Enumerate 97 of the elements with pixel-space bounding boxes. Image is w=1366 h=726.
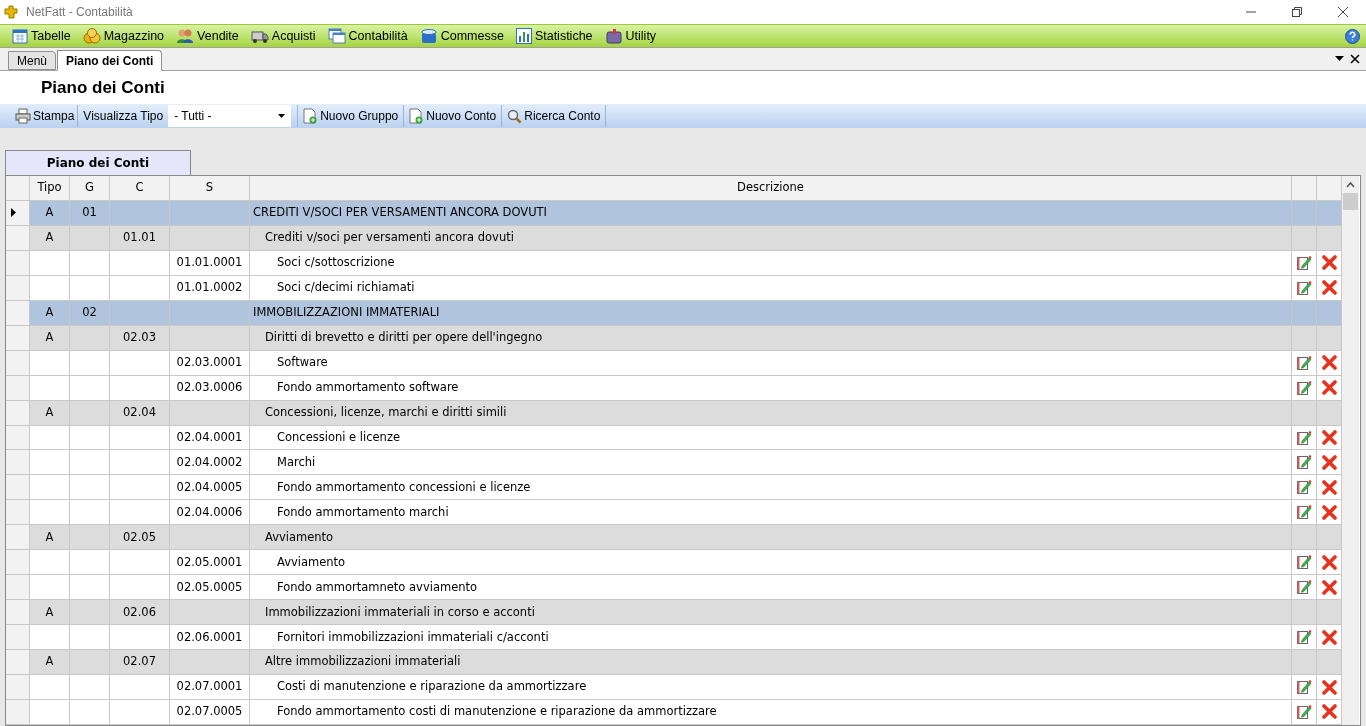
- menu-item[interactable]: Contabilità: [327, 25, 408, 47]
- delete-icon[interactable]: [1321, 280, 1337, 296]
- edit-icon[interactable]: [1296, 554, 1312, 571]
- menu-item[interactable]: Vendite: [176, 25, 239, 47]
- document-tab[interactable]: Menù: [8, 51, 57, 70]
- table-cell: A: [30, 600, 70, 625]
- table-cell: 02.03: [110, 325, 170, 350]
- delete-icon[interactable]: [1321, 454, 1337, 470]
- edit-icon[interactable]: [1296, 679, 1312, 696]
- edit-icon[interactable]: [1296, 429, 1312, 446]
- package-icon: [604, 28, 623, 44]
- printer-icon: [15, 108, 31, 124]
- table-cell: Crediti v/soci per versamenti ancora dovuti: [250, 225, 1292, 250]
- table-cell: A: [30, 325, 70, 350]
- column-header[interactable]: Descrizione: [250, 176, 1292, 200]
- table-cell: 02: [70, 300, 110, 325]
- delete-icon[interactable]: [1321, 579, 1337, 595]
- table-cell: IMMOBILIZZAZIONI IMMATERIALI: [250, 300, 1292, 325]
- calendar-icon: [12, 28, 28, 44]
- delete-icon[interactable]: [1321, 554, 1337, 570]
- grid-tab[interactable]: Piano dei Conti: [5, 150, 191, 175]
- edit-icon[interactable]: [1296, 354, 1312, 371]
- truck-icon: [250, 28, 269, 44]
- menu-item[interactable]: Statistiche: [515, 25, 593, 47]
- delete-icon[interactable]: [1321, 704, 1337, 720]
- table-cell: A: [30, 200, 70, 225]
- table-cell: A: [30, 300, 70, 325]
- document-add-icon: [409, 108, 425, 124]
- document-tab[interactable]: Piano dei Conti: [57, 50, 163, 71]
- table-cell: Altre immobilizzazioni immateriali: [250, 650, 1292, 675]
- menu-item[interactable]: Acquisti: [250, 25, 316, 47]
- help-icon[interactable]: [1345, 28, 1360, 44]
- dropdown-arrow-icon: [278, 114, 286, 118]
- close-icon: [1337, 6, 1349, 18]
- table-cell: A: [30, 225, 70, 250]
- new-group-button[interactable]: Nuovo Gruppo: [297, 105, 405, 127]
- scrollbar-thumb[interactable]: [1343, 193, 1358, 210]
- new-account-button[interactable]: Nuovo Conto: [404, 105, 503, 127]
- menu-item[interactable]: Commesse: [419, 25, 504, 47]
- edit-icon[interactable]: [1296, 379, 1312, 396]
- edit-icon[interactable]: [1296, 579, 1312, 596]
- scrollbar[interactable]: [1342, 176, 1359, 725]
- delete-icon[interactable]: [1321, 679, 1337, 695]
- window-title: NetFatt - Contabilità: [26, 4, 133, 21]
- row-header[interactable]: [6, 200, 30, 225]
- column-header[interactable]: C: [110, 176, 170, 200]
- column-header[interactable]: Tipo: [30, 176, 70, 200]
- page-title: Piano dei Conti: [41, 76, 165, 99]
- bar-chart-icon: [515, 28, 532, 44]
- menu-item[interactable]: Magazzino: [82, 25, 165, 47]
- table-cell: Concessioni, licenze, marchi e diritti simili: [250, 400, 1292, 425]
- edit-icon[interactable]: [1296, 454, 1312, 471]
- filter-label: Visualizza Tipo: [82, 108, 165, 125]
- restore-icon: [1292, 7, 1302, 17]
- table-cell: A: [30, 525, 70, 550]
- close-icon[interactable]: [1350, 54, 1360, 64]
- menu-item[interactable]: Utility: [604, 25, 657, 47]
- edit-icon[interactable]: [1296, 479, 1312, 496]
- table-cell: 01: [70, 200, 110, 225]
- table-cell: A: [30, 400, 70, 425]
- delete-icon[interactable]: [1321, 479, 1337, 495]
- table-cell: 02.06: [110, 600, 170, 625]
- table-cell: CREDITI V/SOCI PER VERSAMENTI ANCORA DOVUTI: [250, 200, 1292, 225]
- table-cell: 02.04: [110, 400, 170, 425]
- print-button[interactable]: Stampa: [12, 105, 79, 127]
- table-cell: 02.05: [110, 525, 170, 550]
- table-cell: Avviamento: [250, 525, 1292, 550]
- people-icon: [176, 28, 195, 44]
- column-header[interactable]: G: [70, 176, 110, 200]
- type-dropdown[interactable]: - Tutti -: [168, 105, 292, 127]
- dropdown-arrow-icon[interactable]: [1335, 56, 1344, 62]
- delete-icon[interactable]: [1321, 355, 1337, 371]
- menu-item[interactable]: Tabelle: [12, 25, 71, 47]
- windows-icon: [327, 28, 346, 44]
- search-account-button[interactable]: Ricerca Conto: [502, 105, 607, 127]
- table-cell: 01.01: [110, 225, 170, 250]
- coins-icon: [82, 28, 101, 44]
- edit-icon[interactable]: [1296, 629, 1312, 646]
- delete-icon[interactable]: [1321, 629, 1337, 645]
- table-cell: A: [30, 650, 70, 675]
- table-cell: 02.07: [110, 650, 170, 675]
- column-header[interactable]: S: [170, 176, 250, 200]
- delete-icon[interactable]: [1321, 380, 1337, 396]
- jar-icon: [419, 28, 438, 44]
- table-cell: Diritti di brevetto e diritti per opere dell'ingegno: [250, 325, 1292, 350]
- search-icon: [507, 108, 523, 124]
- edit-icon[interactable]: [1296, 279, 1312, 296]
- edit-icon[interactable]: [1296, 504, 1312, 521]
- edit-icon[interactable]: [1296, 254, 1312, 271]
- delete-icon[interactable]: [1321, 504, 1337, 520]
- delete-icon[interactable]: [1321, 430, 1337, 445]
- current-row-icon: [11, 208, 16, 218]
- edit-icon[interactable]: [1296, 704, 1312, 720]
- table-cell: Immobilizzazioni immateriali in corso e acconti: [250, 600, 1292, 625]
- delete-icon[interactable]: [1321, 255, 1337, 271]
- document-add-icon: [303, 108, 319, 124]
- puzzle-icon: [4, 5, 18, 19]
